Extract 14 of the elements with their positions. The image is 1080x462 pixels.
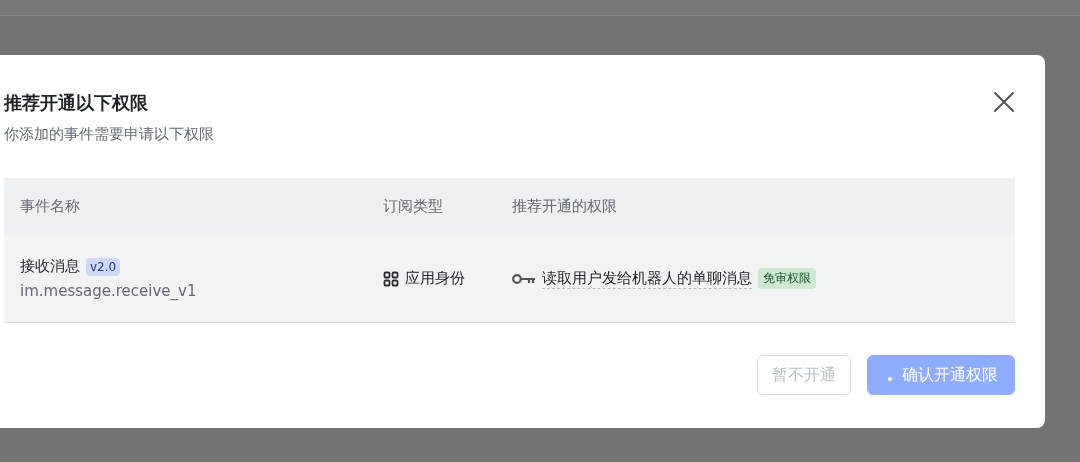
column-header: 订阅类型 [383,197,444,216]
dialog-title: 推荐开通以下权限 [4,91,149,115]
subscription-type: 应用身份 [405,269,465,288]
permission-tag: 免审权限 [758,268,816,289]
event-key: im.message.receive_v1 [20,282,383,300]
column-header: 事件名称 [20,197,81,216]
close-icon[interactable] [993,91,1015,113]
key-icon [512,272,536,285]
version-tag: v2.0 [86,257,121,276]
event-name: 接收消息 [20,257,80,276]
dialog-subtitle: 你添加的事件需要申请以下权限 [4,125,214,144]
grid-icon [383,270,399,287]
column-header: 推荐开通的权限 [512,197,618,216]
permission-link[interactable]: 读取用户发给机器人的单聊消息 [542,268,752,289]
